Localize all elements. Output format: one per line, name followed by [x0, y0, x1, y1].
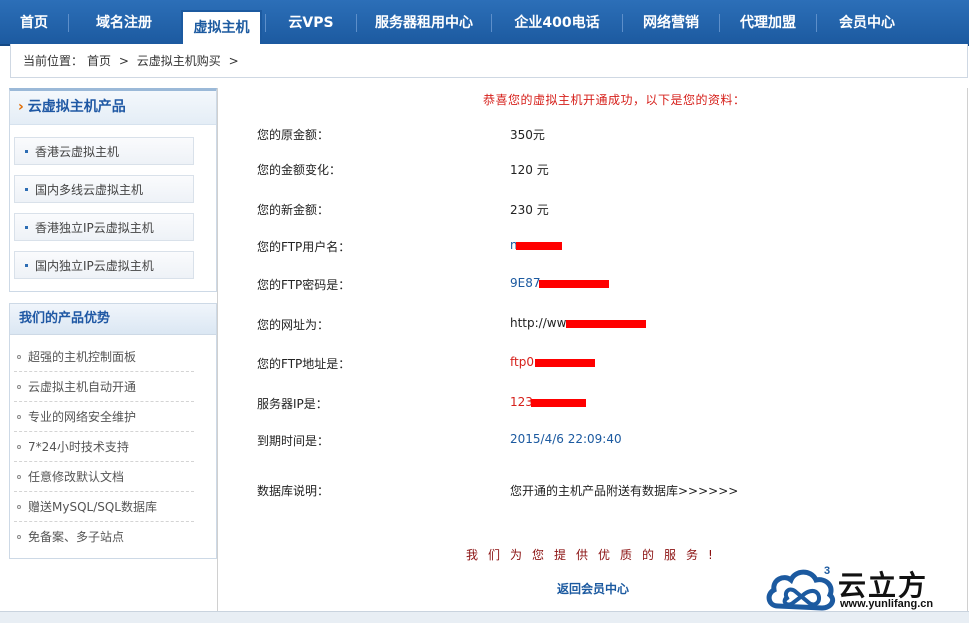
- bullet-icon: [25, 226, 28, 229]
- database-value: 您开通的主机产品附送有数据库>>>>>>: [510, 484, 739, 498]
- advantage-label: 赠送MySQL/SQL数据库: [28, 500, 157, 514]
- bullet-icon: [17, 475, 21, 479]
- logo-superscript: 3: [824, 565, 830, 577]
- advantage-label: 7*24小时技术支持: [28, 440, 129, 454]
- redaction-mark: [535, 359, 595, 367]
- server-ip-label: 服务器IP是：: [257, 397, 328, 411]
- balance-change-value: 120 元: [510, 163, 549, 177]
- redaction-mark: [516, 242, 562, 250]
- bullet-icon: [25, 188, 28, 191]
- product-link-label: 国内独立IP云虚拟主机: [35, 259, 154, 273]
- nav-item-400-phone[interactable]: 企业400电话: [492, 0, 622, 44]
- ftp-address-label: 您的FTP地址是：: [257, 357, 351, 371]
- cloud-logo-icon: 3: [766, 565, 836, 611]
- bullet-icon: [17, 355, 21, 359]
- bullet-icon: [17, 505, 21, 509]
- advantages-panel-title: 我们的产品优势: [10, 304, 216, 335]
- product-link-cn-multiline[interactable]: 国内多线云虚拟主机: [14, 175, 194, 203]
- original-balance-label: 您的原金额：: [257, 128, 330, 142]
- expiry-value: 2015/4/6 22:09:40: [510, 432, 622, 446]
- server-ip-value: 123: [510, 395, 533, 409]
- website-url-label: 您的网址为：: [257, 318, 330, 332]
- new-balance-value: 230 元: [510, 203, 549, 217]
- advantage-item: 超强的主机控制面板: [14, 342, 194, 372]
- advantage-item: 赠送MySQL/SQL数据库: [14, 492, 194, 522]
- chevron-right-icon: ›: [18, 99, 24, 115]
- nav-item-server-rental[interactable]: 服务器租用中心: [357, 0, 491, 44]
- bullet-icon: [17, 445, 21, 449]
- breadcrumb-separator: >: [118, 54, 129, 68]
- advantage-item: 免备案、多子站点: [14, 522, 194, 552]
- breadcrumb: 当前位置： 首页 > 云虚拟主机购买 >: [10, 44, 968, 78]
- advantage-label: 超强的主机控制面板: [28, 350, 137, 364]
- ftp-address-value: ftp0: [510, 355, 534, 369]
- nav-item-agent[interactable]: 代理加盟: [720, 0, 816, 44]
- ftp-username-label: 您的FTP用户名：: [257, 240, 351, 254]
- success-message: 恭喜您的虚拟主机开通成功，以下是您的资料：: [483, 93, 746, 107]
- ftp-password-value: 9E87: [510, 276, 541, 290]
- bullet-icon: [25, 264, 28, 267]
- advantage-label: 专业的网络安全维护: [28, 410, 137, 424]
- redaction-mark: [539, 280, 609, 288]
- product-link-label: 香港云虚拟主机: [35, 145, 120, 159]
- breadcrumb-current: 云虚拟主机购买: [136, 54, 221, 68]
- bullet-icon: [17, 385, 21, 389]
- product-link-cn-dedicated-ip[interactable]: 国内独立IP云虚拟主机: [14, 251, 194, 279]
- original-balance-value: 350元: [510, 128, 545, 142]
- advantage-label: 云虚拟主机自动开通: [28, 380, 137, 394]
- products-panel-header: › 云虚拟主机产品: [10, 91, 216, 125]
- product-link-label: 国内多线云虚拟主机: [35, 183, 144, 197]
- nav-item-domain[interactable]: 域名注册: [69, 0, 179, 44]
- watermark: 3 云立方 www.yunlifang.cn: [764, 562, 964, 616]
- nav-item-marketing[interactable]: 网络营销: [623, 0, 719, 44]
- top-nav: 首页 域名注册 虚拟主机 云VPS 服务器租用中心 企业400电话 网络营销 代…: [0, 0, 969, 46]
- product-link-hk-dedicated-ip[interactable]: 香港独立IP云虚拟主机: [14, 213, 194, 241]
- breadcrumb-separator: >: [228, 54, 239, 68]
- back-to-member-center-link[interactable]: 返回会员中心: [557, 580, 629, 597]
- nav-item-member-center[interactable]: 会员中心: [817, 0, 917, 44]
- advantage-label: 任意修改默认文档: [28, 470, 125, 484]
- products-panel-title: 云虚拟主机产品: [27, 99, 126, 115]
- nav-item-virtual-host[interactable]: 虚拟主机: [181, 10, 262, 46]
- advantage-item: 7*24小时技术支持: [14, 432, 194, 462]
- watermark-url: www.yunlifang.cn: [840, 598, 934, 610]
- balance-change-label: 您的金额变化：: [257, 163, 342, 177]
- new-balance-label: 您的新金额：: [257, 203, 330, 217]
- nav-item-home[interactable]: 首页: [0, 0, 68, 44]
- product-link-hk[interactable]: 香港云虚拟主机: [14, 137, 194, 165]
- ftp-password-label: 您的FTP密码是：: [257, 278, 351, 292]
- database-label: 数据库说明：: [257, 484, 330, 498]
- service-slogan: 我们为您提供优质的服务!: [466, 548, 723, 562]
- breadcrumb-home-link[interactable]: 首页: [87, 54, 111, 68]
- redaction-mark: [531, 399, 586, 407]
- redaction-mark: [566, 320, 646, 328]
- product-link-label: 香港独立IP云虚拟主机: [35, 221, 154, 235]
- advantage-item: 任意修改默认文档: [14, 462, 194, 492]
- nav-item-vps[interactable]: 云VPS: [266, 0, 356, 44]
- bullet-icon: [17, 415, 21, 419]
- breadcrumb-prefix: 当前位置：: [23, 54, 84, 68]
- website-url-value: http://ww: [510, 316, 567, 330]
- expiry-label: 到期时间是：: [257, 434, 330, 448]
- advantage-label: 免备案、多子站点: [28, 530, 125, 544]
- advantage-item: 云虚拟主机自动开通: [14, 372, 194, 402]
- advantage-item: 专业的网络安全维护: [14, 402, 194, 432]
- bullet-icon: [25, 150, 28, 153]
- bullet-icon: [17, 535, 21, 539]
